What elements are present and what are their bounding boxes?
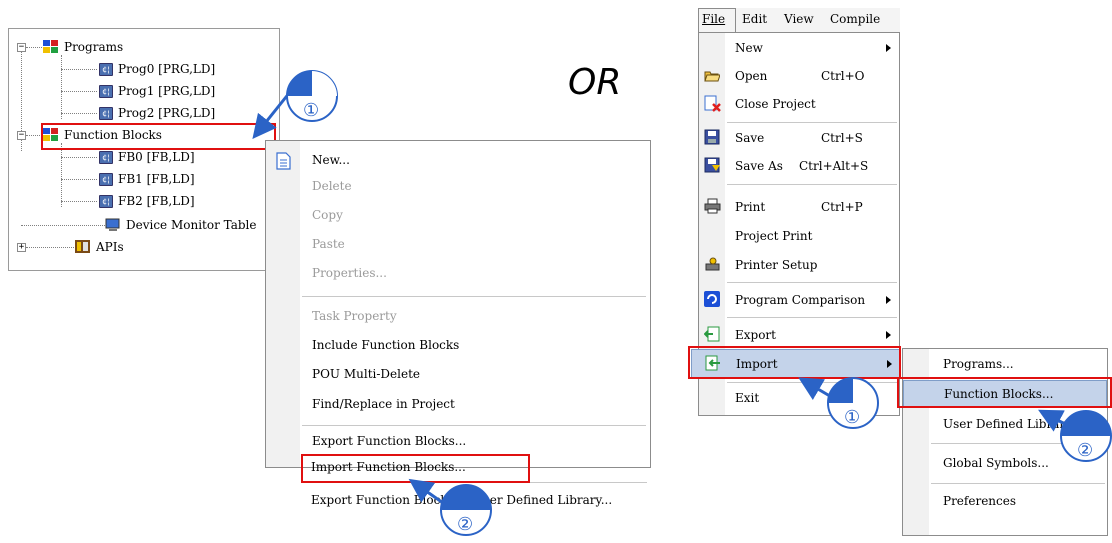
callout-overlay [252,70,1112,536]
callout-arrow [252,91,292,140]
step-number-2-context: ② [457,514,474,535]
step-number-2-submenu: ② [1077,440,1094,461]
step-number-1-tree: ① [303,100,320,121]
step-number-1-file: ① [844,407,861,428]
